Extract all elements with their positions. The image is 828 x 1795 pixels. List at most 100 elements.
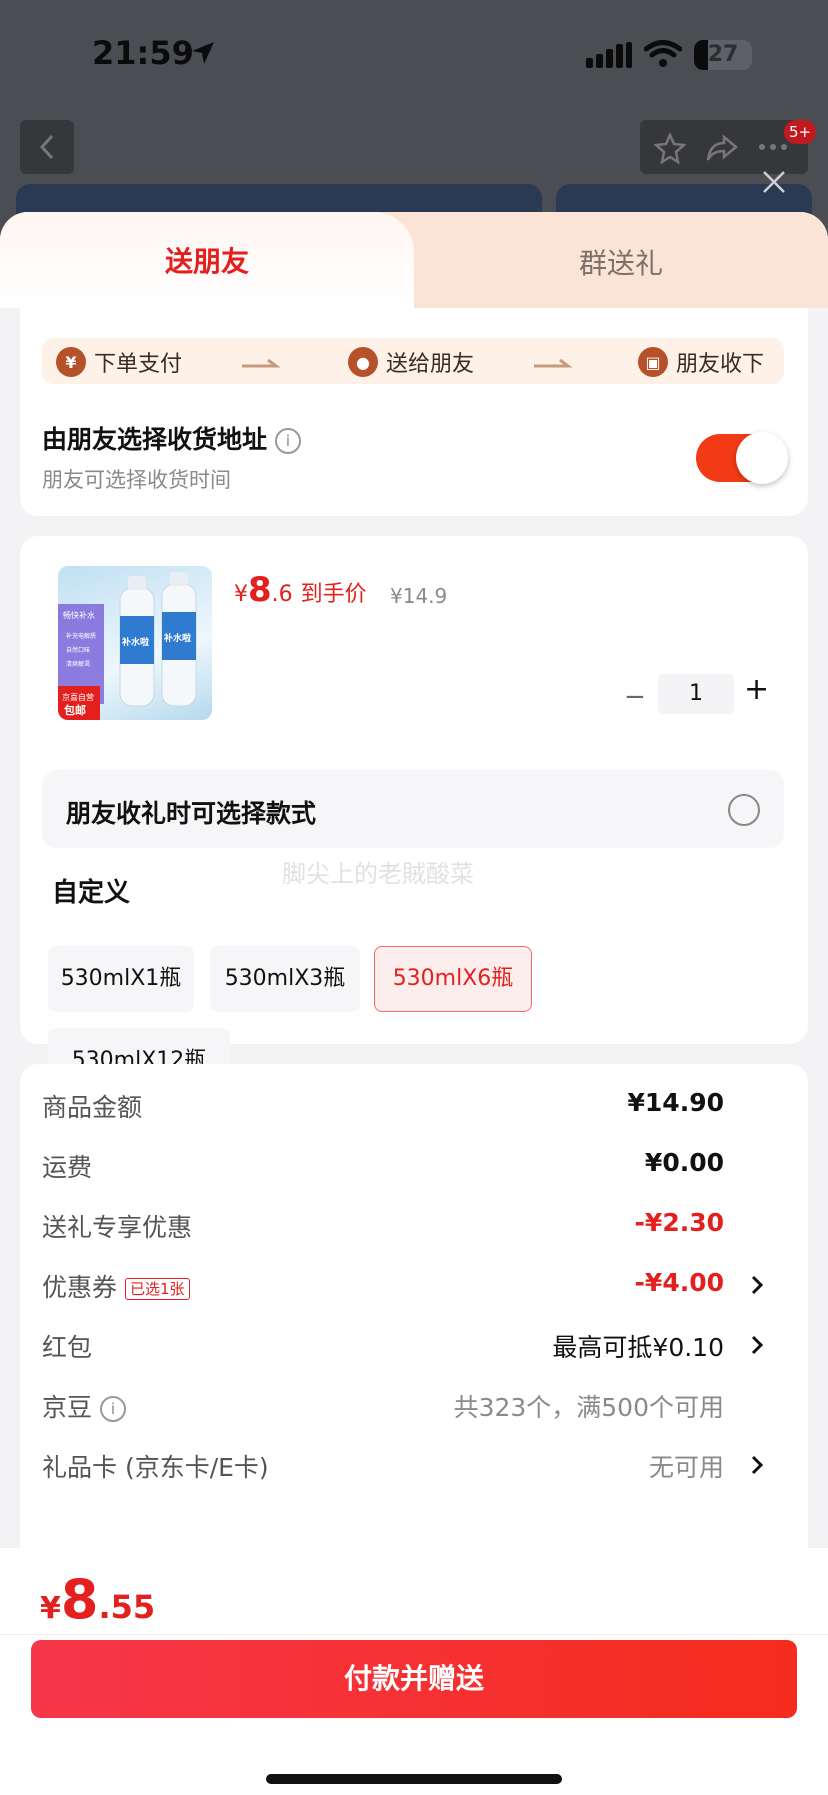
quantity-input[interactable]: 1 — [658, 674, 734, 714]
row-label: 送礼专享优惠 — [42, 1213, 193, 1242]
step-pay: ¥ 下单支付 — [56, 346, 182, 378]
close-icon[interactable] — [760, 168, 788, 196]
increase-quantity-button[interactable]: + — [744, 672, 769, 707]
step-label: 朋友收下 — [676, 352, 765, 377]
share-icon[interactable] — [706, 132, 738, 164]
row-label: 京豆 i — [42, 1388, 127, 1424]
price-summary-card: 商品金额 ¥14.90 运费 ¥0.00 送礼专享优惠 -¥2.30 优惠券 已选… — [20, 1064, 808, 1604]
product-card: 畅快补水 补充电解质 自然口味 清爽解渴 补水啦 补水啦 京喜自营 包邮 ¥8.… — [20, 536, 808, 1094]
row-value: 最高可抵¥0.10 — [552, 1333, 724, 1362]
arrow-right-icon — [242, 358, 281, 368]
battery-icon: 27 — [694, 40, 752, 70]
background-navbar — [0, 118, 828, 178]
info-icon[interactable]: i — [100, 1396, 127, 1422]
decrease-quantity-button[interactable]: − — [624, 682, 646, 712]
step-send: ● 送给朋友 — [348, 346, 474, 378]
product-image: 畅快补水 补充电解质 自然口味 清爽解渴 补水啦 补水啦 京喜自营 包邮 — [58, 566, 212, 720]
water-bottles-image: 畅快补水 补充电解质 自然口味 清爽解渴 补水啦 补水啦 京喜自营 包邮 — [58, 572, 197, 720]
star-icon[interactable] — [654, 132, 686, 164]
total-currency: ¥ — [40, 1591, 61, 1626]
gift-icon: ▣ — [638, 347, 668, 377]
gift-card-row[interactable]: 礼品卡 (京东卡/E卡) 无可用 — [42, 1444, 784, 1484]
nav-actions — [640, 120, 808, 174]
checkout-bar: ¥8.55 付款并赠送 — [0, 1548, 828, 1795]
total-int: 8 — [60, 1568, 99, 1631]
side-item: 清爽解渴 — [66, 660, 90, 668]
tab-label: 送朋友 — [164, 245, 249, 278]
address-option-title: 由朋友选择收货地址 i — [42, 420, 302, 456]
tab-send-friend[interactable]: 送朋友 — [0, 212, 414, 308]
row-value: -¥4.00 — [634, 1268, 724, 1297]
side-title: 畅快补水 — [63, 610, 95, 620]
row-label: 红包 — [42, 1333, 93, 1362]
red-packet-row[interactable]: 红包 最高可抵¥0.10 — [42, 1324, 784, 1364]
summary-row: 商品金额 ¥14.90 — [42, 1084, 784, 1124]
row-label: 运费 — [42, 1153, 93, 1182]
coupon-label: 优惠券 — [42, 1273, 118, 1302]
tab-bar: 送朋友 群送礼 — [0, 212, 828, 308]
price-currency: ¥ — [234, 582, 248, 607]
address-option-label: 由朋友选择收货地址 — [42, 425, 268, 454]
side-item: 补充电解质 — [66, 632, 96, 640]
promo-line1: 京喜自营 — [62, 692, 94, 702]
chevron-left-icon — [39, 134, 54, 160]
summary-row: 运费 ¥0.00 — [42, 1144, 784, 1184]
step-label: 送给朋友 — [386, 352, 475, 377]
jd-beans-row: 京豆 i 共323个，满500个可用 — [42, 1384, 784, 1424]
location-arrow-icon — [192, 42, 214, 64]
row-value: ¥14.90 — [627, 1088, 724, 1117]
more-icon[interactable] — [758, 142, 788, 152]
watermark-text: 脚尖上的老賊酸菜 — [282, 860, 474, 888]
total-dec: .55 — [98, 1588, 156, 1626]
message-count-badge: 5+ — [784, 120, 816, 144]
row-value: -¥2.30 — [634, 1208, 724, 1237]
tab-group-gift[interactable]: 群送礼 — [414, 242, 828, 282]
row-label: 优惠券 已选1张 — [42, 1268, 190, 1304]
row-value: 共323个，满500个可用 — [453, 1393, 724, 1422]
wifi-icon — [644, 40, 682, 67]
signal-icon — [586, 42, 632, 68]
total-price: ¥8.55 — [40, 1568, 155, 1631]
home-indicator[interactable] — [266, 1774, 562, 1784]
yen-icon: ¥ — [56, 347, 86, 377]
step-label: 下单支付 — [94, 352, 183, 377]
side-item: 自然口味 — [66, 646, 90, 654]
row-value: 无可用 — [648, 1453, 724, 1482]
price-dec: .6 — [271, 582, 293, 607]
summary-row: 送礼专享优惠 -¥2.30 — [42, 1204, 784, 1244]
address-option-subtitle: 朋友可选择收货时间 — [42, 468, 231, 492]
pay-and-gift-button[interactable]: 付款并赠送 — [31, 1640, 797, 1718]
coupon-selected-badge: 已选1张 — [125, 1278, 190, 1300]
variant-chip[interactable]: 530mlX1瓶 — [48, 946, 194, 1012]
friend-choose-style-option[interactable]: 朋友收礼时可选择款式 — [42, 770, 784, 848]
friend-address-toggle[interactable] — [696, 432, 788, 484]
status-time: 21:59 — [92, 34, 194, 72]
style-option-label: 朋友收礼时可选择款式 — [66, 799, 317, 828]
beans-label: 京豆 — [42, 1393, 93, 1422]
promo-line2: 包邮 — [63, 703, 86, 717]
gift-address-card: ¥ 下单支付 ● 送给朋友 ▣ 朋友收下 由朋友选择收货地址 i 朋友可选择收货时… — [20, 308, 808, 516]
variant-chip-selected[interactable]: 530mlX6瓶 — [374, 946, 532, 1012]
chevron-right-icon — [751, 1275, 764, 1295]
chevron-right-icon — [751, 1335, 764, 1355]
final-price: ¥8.6 到手价 — [234, 570, 367, 610]
variant-chip[interactable]: 530mlX3瓶 — [210, 946, 360, 1012]
back-button[interactable] — [20, 120, 74, 174]
battery-level: 27 — [707, 42, 739, 67]
status-bar: 21:59 27 — [0, 0, 828, 110]
original-price: ¥14.9 — [390, 584, 448, 608]
info-icon[interactable]: i — [275, 428, 302, 454]
bottle-brand: 补水啦 — [163, 632, 191, 644]
style-option-radio[interactable] — [728, 794, 760, 826]
divider — [0, 1634, 828, 1635]
chevron-right-icon — [751, 1455, 764, 1475]
row-value: ¥0.00 — [644, 1148, 724, 1177]
bottle-brand: 补水啦 — [121, 636, 149, 648]
gift-flow-steps: ¥ 下单支付 ● 送给朋友 ▣ 朋友收下 — [42, 338, 784, 384]
wechat-icon: ● — [348, 347, 378, 377]
row-label: 商品金额 — [42, 1093, 143, 1122]
price-tag: 到手价 — [300, 582, 367, 607]
variants-title: 自定义 — [52, 878, 131, 908]
arrow-right-icon — [534, 358, 573, 368]
coupon-row[interactable]: 优惠券 已选1张 -¥4.00 — [42, 1264, 784, 1304]
